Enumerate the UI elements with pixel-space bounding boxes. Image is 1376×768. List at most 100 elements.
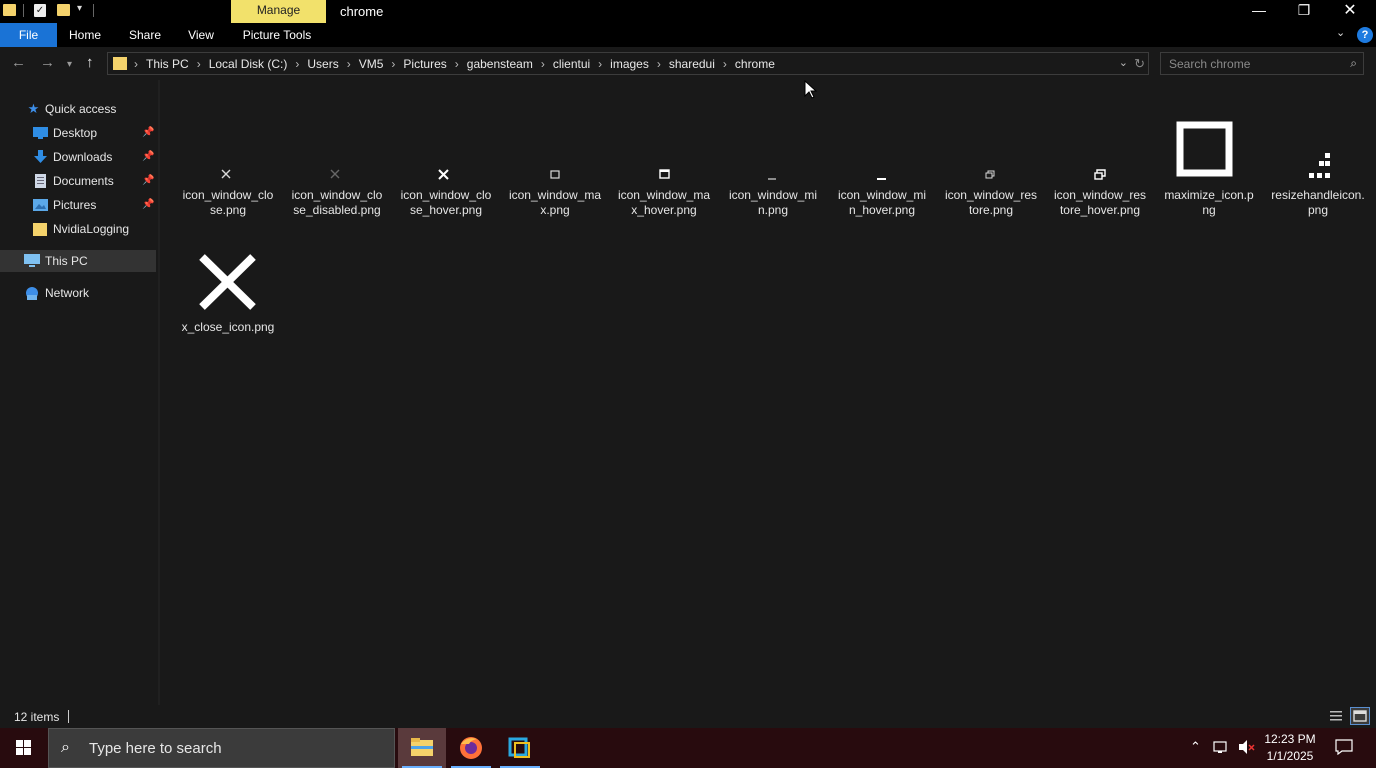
chevron-right-icon[interactable]: › (723, 57, 727, 71)
taskbar-search[interactable]: ⌕ Type here to search (48, 728, 395, 768)
chevron-down-icon[interactable]: ⌄ (1119, 56, 1128, 69)
breadcrumb-sharedui[interactable]: sharedui (669, 57, 715, 71)
star-icon: ★ (27, 101, 40, 116)
breadcrumb-chrome[interactable]: chrome (735, 57, 775, 71)
tab-share[interactable]: Share (122, 23, 168, 47)
chevron-right-icon[interactable]: › (455, 57, 459, 71)
nav-this-pc[interactable]: This PC (0, 250, 156, 272)
file-item[interactable]: icon_window_mi n_hover.png (830, 110, 934, 220)
download-icon (33, 150, 48, 164)
up-button[interactable]: ↑ (86, 54, 94, 72)
pin-icon[interactable]: 📌 (142, 127, 154, 138)
navigation-pane: ★ Quick access Desktop 📌 Downloads 📌 Doc… (0, 80, 158, 705)
volume-muted-icon[interactable] (1238, 739, 1256, 758)
file-explorer-icon[interactable] (398, 728, 446, 768)
virtualbox-icon[interactable] (496, 728, 544, 768)
tab-picture-tools[interactable]: Picture Tools (236, 23, 318, 47)
document-icon (33, 174, 48, 188)
new-folder-icon[interactable] (57, 4, 70, 16)
breadcrumb-users[interactable]: Users (307, 57, 338, 71)
help-icon[interactable]: ? (1357, 27, 1373, 43)
folder-icon (33, 222, 48, 236)
notifications-icon[interactable] (1335, 739, 1353, 758)
refresh-icon[interactable]: ↻ (1134, 56, 1145, 72)
file-item[interactable]: icon_window_ma x_hover.png (612, 110, 716, 220)
file-list: icon_window_clo se.png icon_window_clo s… (160, 80, 1376, 705)
close-small-icon (176, 110, 280, 186)
pictures-icon (33, 198, 48, 212)
file-item[interactable]: maximize_icon.p ng (1157, 110, 1261, 220)
window-title: chrome (340, 4, 384, 19)
tab-home[interactable]: Home (62, 23, 108, 47)
address-bar[interactable]: › This PC › Local Disk (C:) › Users › VM… (107, 52, 1149, 75)
minimize-button[interactable]: — (1236, 0, 1282, 23)
tab-view[interactable]: View (180, 23, 222, 47)
breadcrumb-clientui[interactable]: clientui (553, 57, 590, 71)
nav-quick-access[interactable]: ★ Quick access (0, 98, 156, 120)
breadcrumb-images[interactable]: images (610, 57, 649, 71)
breadcrumb-gabensteam[interactable]: gabensteam (467, 57, 533, 71)
file-item[interactable]: icon_window_res tore_hover.png (1048, 110, 1152, 220)
search-input[interactable]: Search chrome (1169, 57, 1250, 71)
navigation-bar: ← → ▾ ↑ › This PC › Local Disk (C:) › Us… (0, 47, 1376, 80)
chevron-right-icon[interactable]: › (541, 57, 545, 71)
chevron-right-icon[interactable]: › (197, 57, 201, 71)
close-button[interactable]: ✕ (1327, 0, 1373, 23)
file-item[interactable]: resizehandleicon. png (1266, 110, 1370, 220)
folder-icon (3, 4, 16, 16)
file-item[interactable]: icon_window_ma x.png (503, 110, 607, 220)
nav-pictures[interactable]: Pictures 📌 (0, 194, 156, 216)
nav-downloads[interactable]: Downloads 📌 (0, 146, 156, 168)
file-name: icon_window_mi n_hover.png (837, 188, 927, 217)
chevron-right-icon[interactable]: › (134, 57, 138, 71)
item-count: 12 items (14, 710, 60, 724)
expand-ribbon-icon[interactable]: ⌄ (1336, 26, 1345, 39)
recent-locations-button[interactable]: ▾ (67, 56, 72, 74)
chevron-right-icon[interactable]: › (295, 57, 299, 71)
show-hidden-icons[interactable]: ⌃ (1190, 739, 1201, 755)
nav-label: Pictures (53, 198, 97, 212)
divider (23, 4, 24, 17)
chevron-right-icon[interactable]: › (657, 57, 661, 71)
pin-icon[interactable]: 📌 (142, 175, 154, 186)
back-button[interactable]: ← (11, 54, 26, 72)
file-item[interactable]: icon_window_clo se_hover.png (394, 110, 498, 220)
clock[interactable]: 12:23 PM 1/1/2025 (1262, 731, 1318, 765)
file-name: icon_window_clo se_hover.png (400, 188, 492, 217)
breadcrumb-local-disk[interactable]: Local Disk (C:) (209, 57, 288, 71)
firefox-icon[interactable] (447, 728, 495, 768)
customize-quick-access-icon[interactable]: ▾ (77, 3, 82, 18)
pin-icon[interactable]: 📌 (142, 199, 154, 210)
search-box[interactable]: Search chrome ⌕ (1160, 52, 1364, 75)
tab-file[interactable]: File (0, 23, 57, 47)
computer-icon (24, 254, 40, 268)
network-status-icon[interactable] (1213, 739, 1231, 758)
pin-icon[interactable]: 📌 (142, 151, 154, 162)
search-icon[interactable]: ⌕ (1350, 56, 1357, 71)
taskbar-search-input[interactable]: Type here to search (89, 740, 222, 757)
breadcrumb-this-pc[interactable]: This PC (146, 57, 189, 71)
restore-button[interactable]: ❐ (1281, 0, 1327, 23)
chevron-right-icon[interactable]: › (391, 57, 395, 71)
start-button[interactable] (0, 728, 48, 768)
file-item[interactable]: icon_window_clo se_disabled.png (285, 110, 389, 220)
large-icons-view-icon[interactable] (1350, 707, 1370, 725)
forward-button[interactable]: → (40, 54, 55, 72)
properties-icon[interactable]: ✓ (34, 4, 46, 17)
manage-tab-group[interactable]: Manage (231, 0, 326, 23)
breadcrumb-pictures[interactable]: Pictures (403, 57, 446, 71)
maximize-small-icon (503, 110, 607, 186)
nav-network[interactable]: Network (0, 282, 156, 304)
file-item[interactable]: icon_window_mi n.png (721, 110, 825, 220)
details-view-icon[interactable] (1326, 707, 1346, 725)
file-item[interactable]: icon_window_clo se.png (176, 110, 280, 220)
file-item[interactable]: x_close_icon.png (176, 242, 280, 352)
nav-nvidialogging[interactable]: NvidiaLogging (0, 218, 156, 240)
chevron-right-icon[interactable]: › (347, 57, 351, 71)
nav-label: NvidiaLogging (53, 222, 130, 236)
file-item[interactable]: icon_window_res tore.png (939, 110, 1043, 220)
nav-documents[interactable]: Documents 📌 (0, 170, 156, 192)
nav-desktop[interactable]: Desktop 📌 (0, 122, 156, 144)
breadcrumb-vm5[interactable]: VM5 (359, 57, 384, 71)
chevron-right-icon[interactable]: › (598, 57, 602, 71)
